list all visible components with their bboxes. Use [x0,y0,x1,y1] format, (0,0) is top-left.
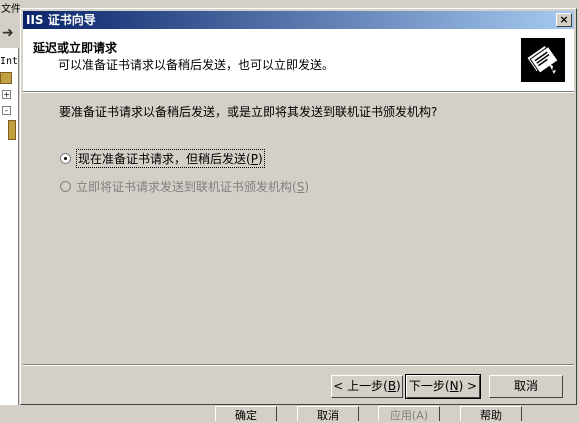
wizard-header: 延迟或立即请求 可以准备证书请求以备稍后发送，也可以立即发送。 [23,29,574,92]
close-button[interactable]: × [556,13,572,27]
radio-checked-icon[interactable] [60,153,71,164]
button-divider [23,364,574,366]
option-label-wrap: 现在准备证书请求，但稍后发送(P) [76,149,265,168]
iis-certificate-wizard-dialog: IIS 证书向导 × 延迟或立即请求 可以准备证书请求以备稍后发送，也可以立即发… [20,8,577,405]
bg-cancel-button: 取消 [297,406,359,422]
back-button[interactable]: < 上一步(B) [331,375,403,398]
expand-icon[interactable]: + [2,90,11,99]
back-toolbar-button[interactable]: ➜ [0,22,20,46]
bg-ok-button: 确定 [215,406,277,422]
menu-file[interactable]: 文件 [0,0,21,20]
bg-help-button: 帮助 [460,406,522,422]
tree-pane: Int + - [0,48,19,408]
certificate-icon [521,38,565,82]
header-title: 延迟或立即请求 [33,41,118,55]
option-prepare-later-label: 现在准备证书请求，但稍后发送 [78,152,247,166]
option-send-now: 立即将证书请求发送到联机证书颁发机构(S) [60,178,309,195]
collapse-icon[interactable]: - [2,106,11,115]
dialog-title: IIS 证书向导 [26,13,96,27]
computer-icon [0,72,12,84]
folder-icon [8,120,16,140]
question-text: 要准备证书请求以备稍后发送，或是立即将其发送到联机证书颁发机构? [59,105,438,119]
option-prepare-later[interactable]: 现在准备证书请求，但稍后发送(P) [60,149,265,168]
header-subtitle: 可以准备证书请求以备稍后发送，也可以立即发送。 [58,58,335,72]
accelerator-key: P [250,152,258,166]
tree-label: Int [0,56,19,67]
cancel-button[interactable]: 取消 [489,375,563,398]
next-button[interactable]: 下一步(N) > [405,374,481,399]
option-send-now-label: 立即将证书请求发送到联机证书颁发机构 [76,180,293,194]
title-bar[interactable]: IIS 证书向导 × [23,11,574,29]
radio-unchecked-icon [60,181,71,192]
back-arrow-icon: ➜ [2,25,14,41]
close-icon: × [559,13,569,26]
header-divider [23,92,574,93]
bg-apply-button: 应用(A) [378,406,440,422]
